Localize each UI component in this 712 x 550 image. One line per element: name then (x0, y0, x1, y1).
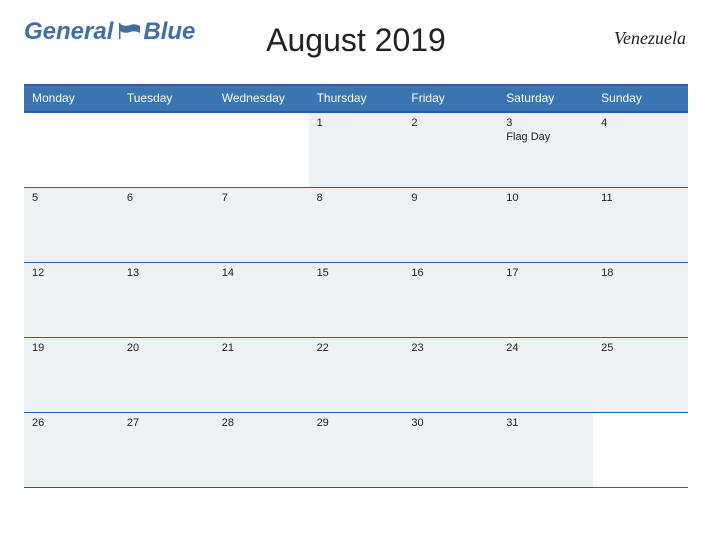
day-number: 24 (506, 342, 587, 354)
weekday-header: Tuesday (119, 86, 214, 111)
week-row: 19 20 21 22 23 24 25 (24, 337, 688, 412)
weekday-header: Wednesday (214, 86, 309, 111)
day-number: 14 (222, 267, 303, 279)
week-row: 5 6 7 8 9 10 11 (24, 187, 688, 262)
day-number: 30 (411, 417, 492, 429)
calendar-grid: Monday Tuesday Wednesday Thursday Friday… (24, 84, 688, 488)
day-cell: 31 (498, 413, 593, 487)
day-cell: 7 (214, 188, 309, 262)
day-cell (214, 113, 309, 187)
day-number: 7 (222, 192, 303, 204)
brand-word1: General (24, 18, 113, 46)
day-cell (24, 113, 119, 187)
week-row: 12 13 14 15 16 17 18 (24, 262, 688, 337)
day-cell: 4 (593, 113, 688, 187)
day-number: 6 (127, 192, 208, 204)
day-cell: 8 (309, 188, 404, 262)
brand-word2: Blue (143, 18, 195, 46)
day-number: 19 (32, 342, 113, 354)
day-number: 5 (32, 192, 113, 204)
day-cell: 18 (593, 263, 688, 337)
day-cell: 24 (498, 338, 593, 412)
day-cell: 12 (24, 263, 119, 337)
day-number: 21 (222, 342, 303, 354)
bottom-border (24, 487, 688, 488)
weekday-header: Monday (24, 86, 119, 111)
day-number: 29 (317, 417, 398, 429)
day-cell: 29 (309, 413, 404, 487)
header: General Blue August 2019 Venezuela (24, 22, 688, 78)
day-cell: 6 (119, 188, 214, 262)
day-cell (593, 413, 688, 487)
day-number: 15 (317, 267, 398, 279)
day-cell: 9 (403, 188, 498, 262)
day-cell: 2 (403, 113, 498, 187)
day-number: 11 (601, 192, 682, 204)
weekday-header: Sunday (593, 86, 688, 111)
day-cell: 27 (119, 413, 214, 487)
day-cell: 30 (403, 413, 498, 487)
day-cell: 26 (24, 413, 119, 487)
week-row: 1 2 3 Flag Day 4 (24, 112, 688, 187)
weekday-header: Thursday (309, 86, 404, 111)
day-number: 13 (127, 267, 208, 279)
day-cell: 5 (24, 188, 119, 262)
day-cell: 11 (593, 188, 688, 262)
day-number: 25 (601, 342, 682, 354)
day-number: 22 (317, 342, 398, 354)
day-cell: 20 (119, 338, 214, 412)
day-cell: 28 (214, 413, 309, 487)
day-cell: 16 (403, 263, 498, 337)
day-number: 1 (317, 117, 398, 129)
day-cell: 13 (119, 263, 214, 337)
day-number: 27 (127, 417, 208, 429)
country-label: Venezuela (614, 28, 686, 49)
day-cell: 3 Flag Day (498, 113, 593, 187)
day-cell: 22 (309, 338, 404, 412)
week-row: 26 27 28 29 30 31 (24, 412, 688, 487)
weekday-header: Saturday (498, 86, 593, 111)
day-cell: 14 (214, 263, 309, 337)
calendar-page: General Blue August 2019 Venezuela Monda… (0, 0, 712, 550)
day-number: 10 (506, 192, 587, 204)
day-cell: 19 (24, 338, 119, 412)
day-number: 18 (601, 267, 682, 279)
day-number: 26 (32, 417, 113, 429)
page-title: August 2019 (266, 22, 446, 59)
day-number: 9 (411, 192, 492, 204)
day-number: 16 (411, 267, 492, 279)
day-number: 31 (506, 417, 587, 429)
day-number: 28 (222, 417, 303, 429)
flag-icon (119, 23, 141, 44)
day-number: 12 (32, 267, 113, 279)
day-cell: 23 (403, 338, 498, 412)
day-cell: 10 (498, 188, 593, 262)
day-event: Flag Day (506, 131, 587, 143)
day-number: 23 (411, 342, 492, 354)
day-cell: 25 (593, 338, 688, 412)
brand-logo: General Blue (24, 18, 195, 46)
day-cell: 17 (498, 263, 593, 337)
weekday-header-row: Monday Tuesday Wednesday Thursday Friday… (24, 84, 688, 112)
weekday-header: Friday (403, 86, 498, 111)
day-cell (119, 113, 214, 187)
day-number: 17 (506, 267, 587, 279)
day-cell: 1 (309, 113, 404, 187)
day-number: 3 (506, 117, 587, 129)
day-number: 4 (601, 117, 682, 129)
day-number: 8 (317, 192, 398, 204)
day-cell: 21 (214, 338, 309, 412)
day-number: 2 (411, 117, 492, 129)
day-cell: 15 (309, 263, 404, 337)
day-number: 20 (127, 342, 208, 354)
